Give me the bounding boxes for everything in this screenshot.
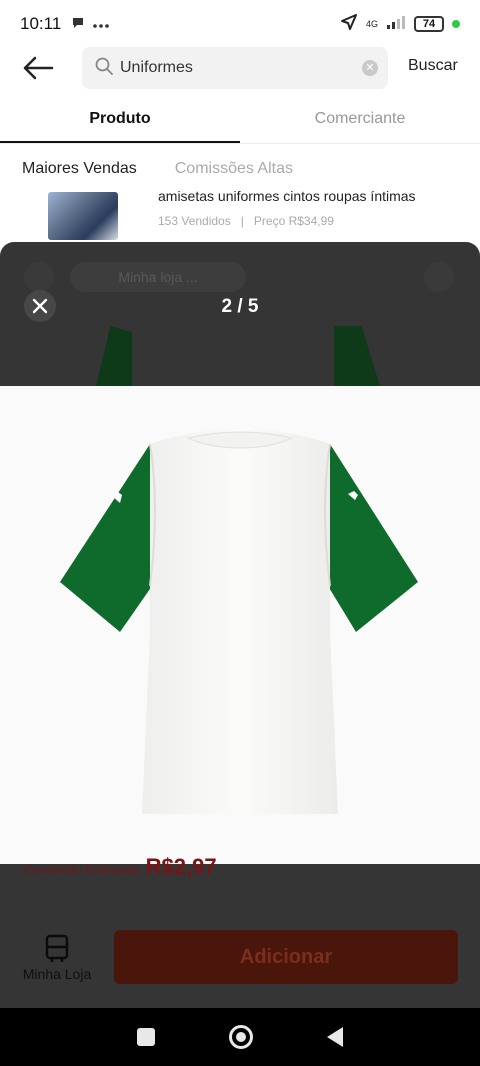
search-header: Uniformes ✕ Buscar [0, 44, 480, 92]
product-row[interactable]: amisetas uniformes cintos roupas íntimas… [0, 188, 480, 244]
product-sold: 153 Vendidos [158, 214, 231, 228]
signal-icon [386, 14, 406, 34]
network-label: 4G [365, 18, 378, 29]
product-thumbnail [48, 192, 118, 240]
clear-icon[interactable]: ✕ [362, 60, 378, 76]
active-dot [452, 20, 460, 28]
commission-label: Comissão Estimada [24, 862, 140, 877]
background-circle [24, 262, 54, 292]
my-store-button[interactable]: Minha Loja [18, 934, 96, 982]
tab-produto[interactable]: Produto [0, 98, 240, 143]
status-bar: 10:11 4G 74 [0, 0, 480, 48]
back-button[interactable] [20, 50, 56, 86]
shirt-image [60, 428, 418, 814]
background-pill: Minha loja ... [70, 262, 246, 292]
search-icon [94, 56, 114, 81]
commission-value: R$2,97 [145, 854, 217, 879]
network-type: 4G [365, 18, 378, 29]
subtab-maiores-vendas[interactable]: Maiores Vendas [22, 160, 137, 178]
result-tabs: Produto Comerciante [0, 98, 480, 144]
home-icon[interactable] [229, 1025, 253, 1049]
bottom-action-bar: Minha Loja Adicionar [0, 926, 480, 1006]
tab-comerciante[interactable]: Comerciante [240, 98, 480, 143]
chat-bubble-icon [71, 16, 85, 33]
arrow-left-icon [23, 56, 54, 80]
product-title: amisetas uniformes cintos roupas íntimas [158, 188, 416, 204]
sort-tabs: Maiores Vendas Comissões Altas [22, 160, 293, 178]
background-circle [424, 262, 454, 292]
recents-icon[interactable] [137, 1028, 155, 1046]
image-viewer[interactable] [0, 386, 480, 864]
meta-separator: | [240, 214, 244, 228]
store-icon [18, 934, 96, 964]
search-button[interactable]: Buscar [408, 57, 458, 75]
my-store-label: Minha Loja [22, 966, 92, 982]
estimated-commission: Comissão Estimada R$2,97 [24, 854, 217, 880]
more-dots-icon [93, 16, 110, 32]
image-counter: 2 / 5 [221, 296, 259, 317]
add-button[interactable]: Adicionar [114, 930, 458, 984]
product-price: Preço R$34,99 [253, 214, 334, 228]
back-triangle-icon[interactable] [327, 1027, 343, 1047]
product-meta: 153 Vendidos | Preço R$34,99 [158, 214, 334, 228]
status-time: 10:11 [20, 14, 62, 33]
search-input[interactable]: Uniformes ✕ [82, 47, 388, 89]
system-nav-bar [0, 1008, 480, 1066]
location-arrow-icon [340, 13, 358, 36]
battery-indicator: 74 [414, 16, 444, 32]
search-query: Uniformes [120, 59, 193, 76]
subtab-comissoes-altas[interactable]: Comissões Altas [175, 160, 293, 178]
